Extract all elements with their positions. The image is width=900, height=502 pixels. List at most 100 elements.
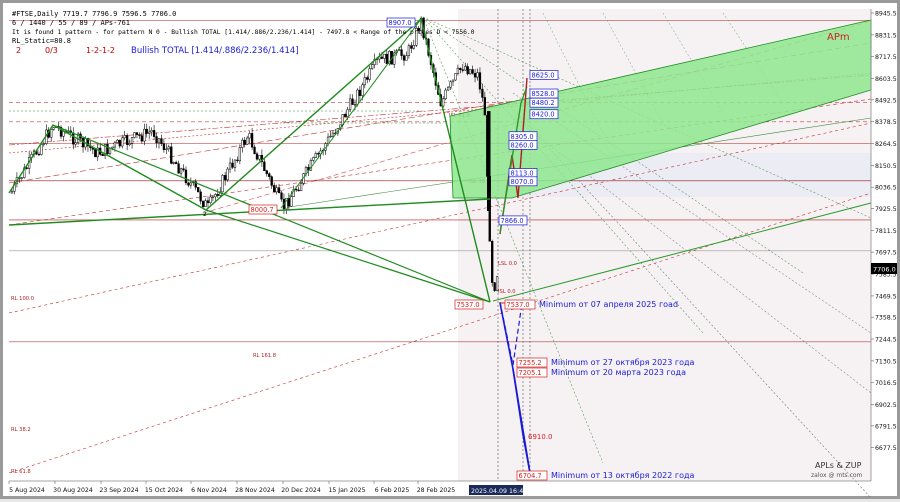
candle-body	[366, 77, 369, 80]
fib-label: RL 100.0	[11, 296, 34, 302]
candle-body	[20, 177, 23, 179]
candle-body	[128, 143, 131, 145]
candle-body	[216, 194, 219, 196]
chart-window: RL 100.0RL 161.8RL 38.2RL 61.8ISL 61.8IS…	[0, 0, 900, 499]
candle-body	[255, 153, 259, 160]
candle-body	[241, 139, 244, 148]
candle-body	[287, 197, 291, 207]
params-line: 6 / 1440 / 55 / 89 / APs-761	[12, 19, 130, 27]
candle-body	[177, 163, 180, 174]
candle-body	[471, 69, 474, 74]
candle-body	[133, 132, 136, 138]
price-chart[interactable]: RL 100.0RL 161.8RL 38.2RL 61.8ISL 61.8IS…	[3, 3, 900, 502]
candle-body	[221, 175, 224, 193]
fib-label: RL 38.2	[11, 427, 31, 433]
time-tick-label: 5 Aug 2024	[9, 487, 45, 494]
candle-body	[224, 175, 227, 181]
support-note: Minimum от 13 октября 2022 года	[551, 471, 695, 480]
price-tick-label: 6791.5	[875, 423, 897, 430]
candle-body	[37, 153, 41, 156]
candle-body	[74, 142, 77, 145]
candle-body	[126, 135, 129, 145]
candle-body	[314, 153, 317, 158]
candle-body	[106, 144, 109, 155]
time-tick-label: 20 Dec 2024	[281, 487, 321, 494]
wave-label: 2	[203, 211, 207, 218]
candle-body	[228, 162, 232, 170]
candle-body	[493, 282, 496, 291]
pattern-line: It is found 1 pattern - for pattern N 0 …	[12, 29, 475, 36]
candle-body	[118, 139, 121, 147]
time-tick-label: 23 Sep 2024	[99, 487, 138, 494]
candle-body	[466, 66, 469, 75]
candle-body	[469, 69, 472, 75]
candle-body	[165, 148, 168, 151]
candle-body	[72, 132, 75, 145]
candle-body	[491, 241, 494, 283]
candle-body	[135, 132, 139, 135]
candle-body	[446, 86, 450, 91]
price-tick-label: 8831.5	[875, 32, 897, 39]
candle-body	[113, 142, 117, 148]
candle-body	[179, 168, 183, 174]
candle-body	[358, 89, 362, 96]
count-c: 1-2-1-2	[86, 46, 115, 55]
target-level-label: 8480.2	[532, 99, 555, 107]
crash-candle	[487, 111, 491, 211]
candle-body	[268, 173, 271, 177]
watermark-title: APLs & ZUP	[815, 461, 862, 470]
candle-body	[368, 68, 371, 80]
watermark-sub: zalox @ mts.com	[811, 472, 863, 479]
fib-label: RL 161.8	[253, 353, 276, 359]
candle-body	[280, 192, 283, 200]
candle-body	[277, 187, 281, 194]
current-price-tag: 7706.0	[873, 266, 896, 274]
candle-body	[371, 64, 374, 69]
price-tick-label: 7130.5	[875, 358, 897, 365]
candle-body	[243, 139, 246, 145]
candle-body	[50, 129, 53, 138]
candle-body	[162, 143, 166, 151]
candle-body	[121, 137, 124, 147]
target-level-label: 8113.0	[511, 170, 534, 178]
candle-body	[356, 89, 359, 105]
support-level-label: 7537.0	[507, 301, 530, 309]
candle-body	[182, 168, 185, 171]
candle-body	[130, 137, 134, 144]
candle-body	[253, 146, 256, 155]
candle-body	[270, 176, 273, 186]
price-tick-label: 8378.5	[875, 119, 897, 126]
candle-body	[150, 130, 153, 133]
price-tick-label: 7925.5	[875, 206, 897, 213]
candle-body	[295, 188, 298, 191]
count-a: 2	[16, 46, 21, 55]
candle-body	[317, 153, 320, 155]
candle-body	[214, 194, 217, 198]
candle-body	[444, 89, 447, 100]
support-level-label: 7205.1	[519, 369, 542, 377]
candle-body	[464, 66, 467, 71]
target-level-label: 8070.0	[511, 178, 534, 186]
time-tick-label: 28 Nov 2024	[235, 487, 275, 494]
pivot-label: 8000.7	[251, 206, 274, 214]
target-level-label: 8305.0	[511, 133, 534, 141]
count-b: 0/3	[45, 46, 58, 55]
time-marker: 2025.04.09 16:40	[471, 488, 527, 495]
candle-body	[101, 154, 104, 157]
candle-body	[233, 159, 237, 168]
support-note: Minimum от 07 апреля 2025 гоad	[539, 300, 678, 309]
target-level-label: 8625.0	[532, 71, 555, 79]
price-tick-label: 7697.5	[875, 250, 897, 257]
candle-body	[157, 138, 161, 144]
candle-body	[351, 98, 354, 105]
time-tick-label: 6 Nov 2024	[191, 487, 227, 494]
candle-body	[299, 183, 303, 192]
fib-label: RL 61.8	[11, 469, 31, 475]
candle-body	[167, 146, 170, 150]
candle-body	[236, 159, 239, 162]
target-level-label: 7866.0	[501, 217, 524, 225]
candle-body	[383, 53, 386, 59]
candle-body	[410, 45, 413, 49]
candle-body	[187, 182, 190, 186]
candle-body	[380, 56, 384, 59]
